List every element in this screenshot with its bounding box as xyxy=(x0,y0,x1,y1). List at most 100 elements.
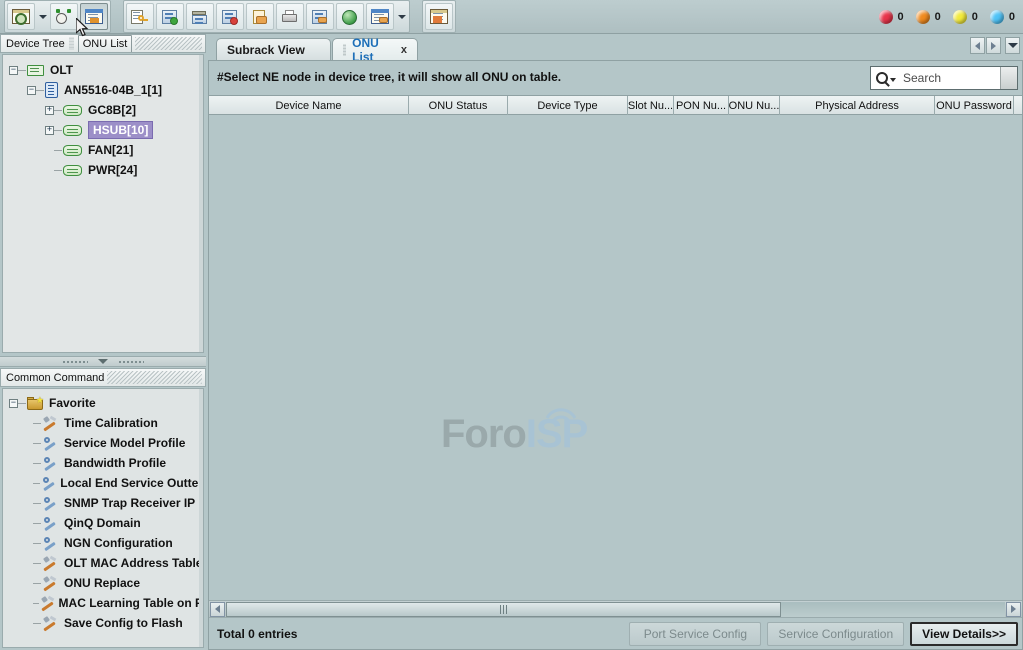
panel-splitter[interactable] xyxy=(0,356,206,367)
minor-alarm-indicator[interactable]: 0 xyxy=(953,10,978,24)
major-alarm-indicator[interactable]: 0 xyxy=(916,10,941,24)
column-header-onu-status[interactable]: ONU Status xyxy=(409,96,508,115)
command-item-save-config-to-flash[interactable]: Save Config to Flash xyxy=(3,613,203,633)
report-button[interactable] xyxy=(425,3,453,30)
card-icon xyxy=(63,165,82,176)
command-item-label: Service Model Profile xyxy=(64,436,185,450)
table-header-row: Device Name ONU Status Device Type Slot … xyxy=(209,95,1022,115)
splitter-grip-icon xyxy=(62,360,88,364)
wrench-icon xyxy=(42,496,58,510)
search-box[interactable]: Search xyxy=(870,66,1018,90)
column-header-onu-password[interactable]: ONU Password xyxy=(935,96,1014,115)
tree-expander-favorite[interactable]: − xyxy=(9,399,18,408)
horizontal-scrollbar[interactable] xyxy=(209,600,1022,617)
scrollbar-thumb[interactable] xyxy=(226,602,781,617)
tree-expander-gc8b[interactable]: + xyxy=(45,106,54,115)
command-item-olt-mac-address-table[interactable]: OLT MAC Address Table xyxy=(3,553,203,573)
command-item-label: ONU Replace xyxy=(64,576,140,590)
scroll-left-button[interactable] xyxy=(210,602,225,617)
tree-node-gc8b[interactable]: + GC8B[2] xyxy=(3,100,203,120)
device-tree-grip-icon[interactable] xyxy=(69,37,74,50)
view-details-button[interactable]: View Details>> xyxy=(910,622,1018,646)
card-icon xyxy=(63,105,82,116)
tree-node-hsub[interactable]: + HSUB[10] xyxy=(3,120,203,140)
critical-alarm-indicator[interactable]: 0 xyxy=(879,10,904,24)
remove-device-button[interactable] xyxy=(216,3,244,30)
command-item-mac-learning-table[interactable]: MAC Learning Table on P xyxy=(3,593,203,613)
column-header-device-type[interactable]: Device Type xyxy=(508,96,628,115)
common-command-drag-area[interactable] xyxy=(107,371,202,384)
ne-icon xyxy=(45,82,58,98)
tab-close-icon[interactable]: x xyxy=(401,44,407,56)
tree-node-ne[interactable]: − AN5516-04B_1[1] xyxy=(3,80,203,100)
toolbar-group-1 xyxy=(4,0,111,33)
tab-next-button[interactable] xyxy=(986,37,1001,54)
search-input[interactable]: Search xyxy=(903,71,1000,85)
server-manage-button[interactable] xyxy=(306,3,334,30)
alarm-window-dropdown[interactable] xyxy=(395,4,408,29)
timing-button[interactable] xyxy=(50,3,78,30)
network-globe-button[interactable] xyxy=(336,3,364,30)
splitter-collapse-icon[interactable] xyxy=(98,359,108,364)
column-header-pon-number[interactable]: PON Nu... xyxy=(674,96,729,115)
hand-card-icon xyxy=(251,9,269,25)
column-header-slot-number[interactable]: Slot Nu... xyxy=(628,96,674,115)
common-command-title: Common Command xyxy=(6,372,104,384)
command-item-ngn-configuration[interactable]: NGN Configuration xyxy=(3,533,203,553)
toolbar-group-3 xyxy=(422,0,456,33)
command-item-bandwidth-profile[interactable]: Bandwidth Profile xyxy=(3,453,203,473)
command-item-service-model-profile[interactable]: Service Model Profile xyxy=(3,433,203,453)
link-config-button[interactable] xyxy=(186,3,214,30)
tree-expander-ne[interactable]: − xyxy=(27,86,36,95)
column-header-onu-number[interactable]: ONU Nu... xyxy=(729,96,780,115)
common-command-body[interactable]: − ★ Favorite Time Calibration Service Mo… xyxy=(2,388,204,648)
minor-alarm-count: 0 xyxy=(972,11,978,23)
tab-list-button[interactable] xyxy=(1005,37,1020,54)
critical-alarm-bulb-icon xyxy=(879,10,893,24)
service-deploy-button[interactable] xyxy=(246,3,274,30)
common-command-vertical-scrollbar[interactable] xyxy=(199,389,203,647)
tree-node-fan[interactable]: FAN[21] xyxy=(3,140,203,160)
command-item-onu-replace[interactable]: ONU Replace xyxy=(3,573,203,593)
device-tree-body[interactable]: − OLT − AN5516-04B_1[1] + GC xyxy=(2,54,204,353)
tab-subrack-view[interactable]: Subrack View xyxy=(216,38,331,60)
table-body[interactable]: ForoISP xyxy=(209,115,1022,615)
scroll-right-button[interactable] xyxy=(1006,602,1021,617)
print-button[interactable] xyxy=(276,3,304,30)
tree-node-olt[interactable]: − OLT xyxy=(3,60,203,80)
topology-view-button[interactable] xyxy=(7,3,35,30)
tools-icon xyxy=(40,596,52,610)
left-column: Device Tree ONU List − OLT − xyxy=(0,34,206,650)
column-header-device-name[interactable]: Device Name xyxy=(209,96,409,115)
tab-prev-button[interactable] xyxy=(970,37,985,54)
command-item-qinq-domain[interactable]: QinQ Domain xyxy=(3,513,203,533)
command-tree-root-favorite[interactable]: − ★ Favorite xyxy=(3,393,203,413)
topology-view-dropdown[interactable] xyxy=(36,4,49,29)
tab-bar: Subrack View ONU List x xyxy=(208,34,1023,60)
command-item-local-end-service-outter[interactable]: Local End Service Outter xyxy=(3,473,203,493)
scrollbar-grip-icon xyxy=(500,605,507,614)
port-service-config-button[interactable]: Port Service Config xyxy=(629,622,761,646)
command-item-time-calibration[interactable]: Time Calibration xyxy=(3,413,203,433)
tree-expander-hsub[interactable]: + xyxy=(45,126,54,135)
column-header-physical-address[interactable]: Physical Address xyxy=(780,96,935,115)
scrollbar-track[interactable] xyxy=(226,602,1005,617)
device-tree-title-bar: Device Tree ONU List xyxy=(0,34,206,53)
tab-onu-list[interactable]: ONU List x xyxy=(332,38,418,60)
authentication-button[interactable] xyxy=(126,3,154,30)
tab-navigation xyxy=(969,37,1020,54)
search-dropdown-icon[interactable] xyxy=(890,78,896,82)
command-item-snmp-trap-receiver-ip[interactable]: SNMP Trap Receiver IP xyxy=(3,493,203,513)
tree-node-label: AN5516-04B_1[1] xyxy=(64,83,162,97)
major-alarm-count: 0 xyxy=(935,11,941,23)
warning-alarm-indicator[interactable]: 0 xyxy=(990,10,1015,24)
device-tree-drag-area[interactable] xyxy=(135,37,202,50)
wrench-icon xyxy=(42,516,58,530)
tree-node-pwr[interactable]: PWR[24] xyxy=(3,160,203,180)
tree-expander-olt[interactable]: − xyxy=(9,66,18,75)
add-device-button[interactable] xyxy=(156,3,184,30)
device-tree-vertical-scrollbar[interactable] xyxy=(199,55,203,352)
search-submit-button[interactable] xyxy=(1000,67,1017,89)
alarm-window-button[interactable] xyxy=(366,3,394,30)
service-configuration-button[interactable]: Service Configuration xyxy=(767,622,904,646)
